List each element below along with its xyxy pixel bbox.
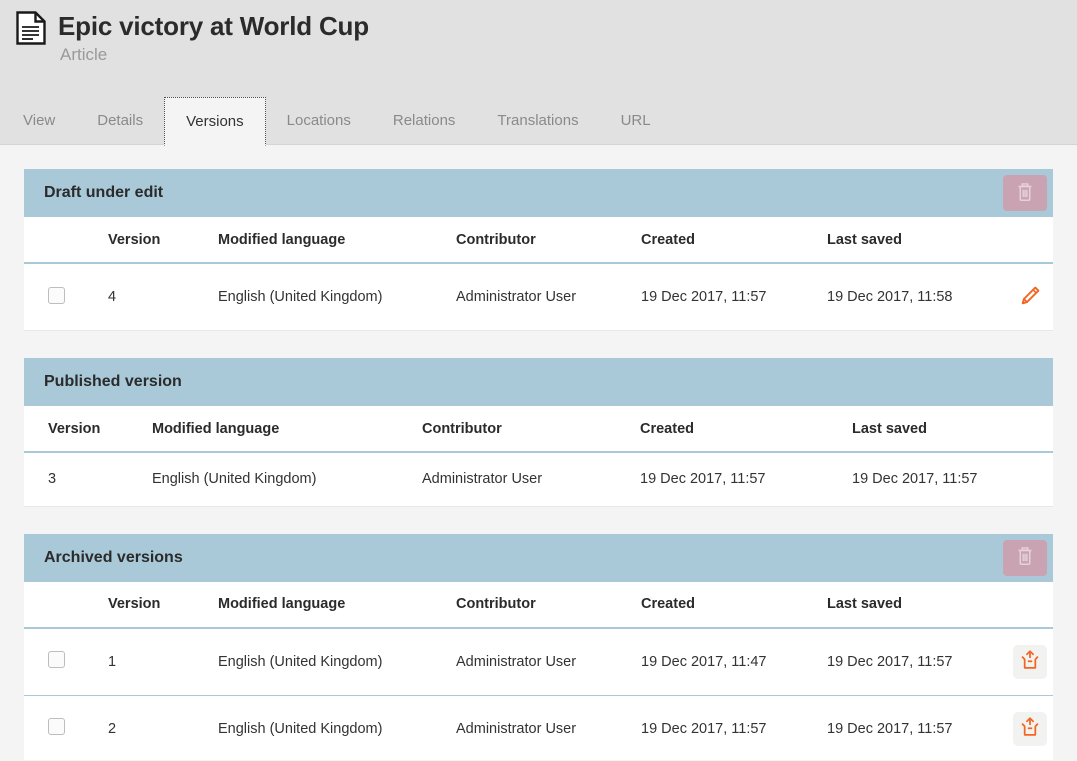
cell-actions — [1013, 263, 1053, 331]
edit-draft-button[interactable] — [1013, 280, 1047, 314]
section-title-published: Published version — [44, 373, 182, 390]
page-header: Epic victory at World Cup Article — [0, 0, 1077, 97]
cell-version: 2 — [108, 695, 218, 760]
row-select-cell — [24, 263, 108, 331]
section-published-version: Published version Version Modified langu… — [24, 358, 1053, 507]
tab-relations[interactable]: Relations — [372, 97, 477, 145]
cell-language: English (United Kingdom) — [218, 627, 456, 696]
table-row: 1 English (United Kingdom) Administrator… — [24, 627, 1053, 696]
restore-archived-version-button[interactable] — [1013, 711, 1047, 746]
row-checkbox[interactable] — [48, 651, 65, 668]
cell-contributor: Administrator User — [456, 627, 641, 696]
restore-archive-icon — [1019, 716, 1041, 741]
cell-language: English (United Kingdom) — [218, 263, 456, 331]
column-last-saved: Last saved — [827, 581, 1013, 629]
page-title: Epic victory at World Cup — [58, 11, 369, 41]
section-archived-versions: Archived versions Version Modified langu… — [24, 533, 1053, 760]
cell-actions — [1013, 627, 1053, 696]
pencil-edit-icon — [1018, 284, 1042, 311]
draft-versions-table: Version Modified language Contributor Cr… — [24, 217, 1053, 331]
row-checkbox[interactable] — [48, 286, 65, 304]
row-select-cell — [24, 627, 108, 696]
table-row: 3 English (United Kingdom) Administrator… — [24, 452, 1053, 507]
column-language: Modified language — [218, 217, 456, 264]
cell-last-saved: 19 Dec 2017, 11:58 — [827, 263, 1013, 331]
published-versions-table: Version Modified language Contributor Cr… — [24, 406, 1053, 507]
cell-last-saved: 19 Dec 2017, 11:57 — [852, 452, 1053, 507]
row-select-cell — [24, 695, 108, 760]
table-header-row: Version Modified language Contributor Cr… — [24, 406, 1053, 453]
column-version: Version — [108, 581, 218, 629]
column-contributor: Contributor — [456, 217, 641, 264]
cell-version: 3 — [24, 452, 152, 507]
content-type-label: Article — [60, 45, 108, 64]
column-last-saved: Last saved — [827, 217, 1013, 264]
cell-contributor: Administrator User — [422, 452, 640, 507]
cell-version: 1 — [108, 627, 218, 696]
table-header-row: Version Modified language Contributor Cr… — [24, 217, 1053, 264]
tab-url[interactable]: URL — [600, 97, 672, 145]
versions-content: Draft under edit Version Modified langua… — [0, 145, 1077, 760]
tab-details[interactable]: Details — [76, 97, 164, 145]
cell-contributor: Administrator User — [456, 263, 641, 331]
cell-created: 19 Dec 2017, 11:47 — [641, 627, 827, 696]
column-created: Created — [641, 581, 827, 629]
table-row: 2 English (United Kingdom) Administrator… — [24, 695, 1053, 760]
column-contributor: Contributor — [422, 406, 640, 453]
column-version: Version — [24, 406, 152, 453]
restore-archived-version-button[interactable] — [1013, 644, 1047, 679]
column-language: Modified language — [152, 406, 422, 453]
tab-locations[interactable]: Locations — [266, 97, 372, 145]
tab-translations[interactable]: Translations — [476, 97, 599, 145]
section-title-archived: Archived versions — [44, 548, 183, 566]
section-header-archived: Archived versions — [24, 533, 1053, 582]
column-contributor: Contributor — [456, 581, 641, 629]
cell-last-saved: 19 Dec 2017, 11:57 — [827, 695, 1013, 760]
cell-language: English (United Kingdom) — [152, 452, 422, 507]
section-header-draft: Draft under edit — [24, 169, 1053, 217]
cell-last-saved: 19 Dec 2017, 11:57 — [827, 627, 1013, 696]
column-created: Created — [641, 217, 827, 264]
column-version: Version — [108, 217, 218, 264]
cell-language: English (United Kingdom) — [218, 695, 456, 760]
delete-draft-button[interactable] — [1003, 175, 1047, 211]
section-title-draft: Draft under edit — [44, 184, 164, 201]
column-actions — [1013, 217, 1053, 264]
cell-created: 19 Dec 2017, 11:57 — [640, 452, 852, 507]
tab-bar: View Details Versions Locations Relation… — [0, 97, 1077, 146]
column-actions — [1013, 581, 1053, 629]
cell-actions — [1013, 695, 1053, 760]
cell-created: 19 Dec 2017, 11:57 — [641, 695, 827, 760]
column-select — [24, 217, 108, 264]
column-created: Created — [640, 406, 852, 453]
section-draft-under-edit: Draft under edit Version Modified langua… — [24, 169, 1053, 331]
archived-versions-table: Version Modified language Contributor Cr… — [24, 581, 1053, 760]
column-last-saved: Last saved — [852, 406, 1053, 453]
section-header-published: Published version — [24, 358, 1053, 406]
trash-icon — [1014, 181, 1036, 206]
cell-created: 19 Dec 2017, 11:57 — [641, 263, 827, 331]
table-header-row: Version Modified language Contributor Cr… — [24, 581, 1053, 629]
tab-view[interactable]: View — [2, 97, 76, 145]
trash-icon — [1014, 545, 1036, 570]
restore-archive-icon — [1019, 649, 1041, 674]
column-language: Modified language — [218, 581, 456, 629]
tab-versions[interactable]: Versions — [164, 97, 266, 146]
row-checkbox[interactable] — [48, 718, 65, 735]
table-row: 4 English (United Kingdom) Administrator… — [24, 263, 1053, 331]
cell-contributor: Administrator User — [456, 695, 641, 760]
column-select — [24, 581, 108, 629]
article-document-icon — [16, 11, 46, 45]
cell-version: 4 — [108, 263, 218, 331]
delete-archived-button[interactable] — [1003, 539, 1047, 576]
